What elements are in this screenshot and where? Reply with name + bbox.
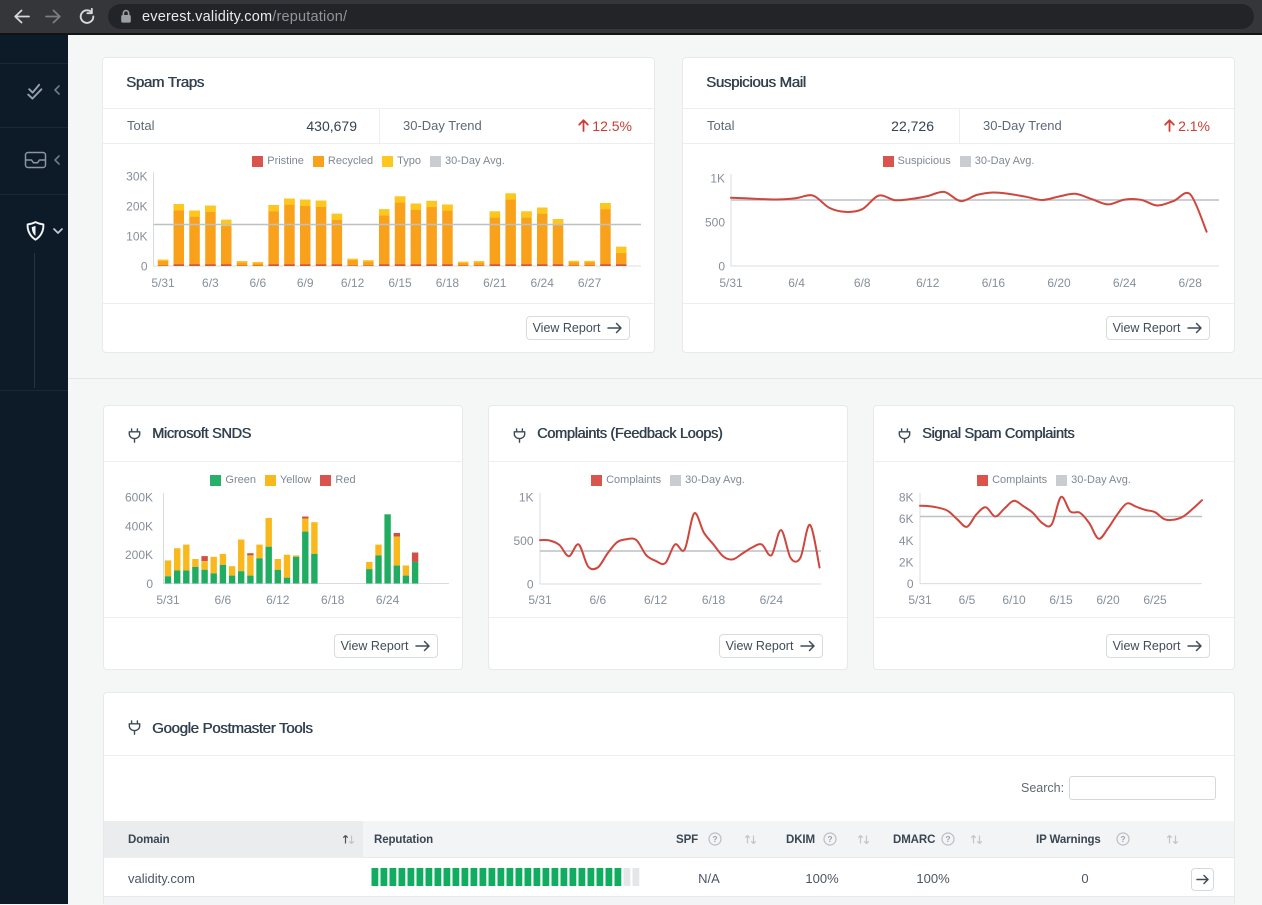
svg-text:2K: 2K: [899, 555, 914, 569]
svg-text:600K: 600K: [125, 491, 153, 505]
svg-text:5/31: 5/31: [908, 593, 932, 607]
svg-text:6/24: 6/24: [531, 276, 555, 290]
svg-text:6/20: 6/20: [1047, 276, 1071, 290]
svg-text:5/31: 5/31: [156, 593, 180, 607]
svg-text:?: ?: [945, 834, 950, 844]
svg-text:20K: 20K: [126, 200, 147, 214]
svg-text:?: ?: [1120, 834, 1125, 844]
svg-text:6/16: 6/16: [982, 276, 1006, 290]
svg-text:6/12: 6/12: [644, 593, 668, 607]
svg-text:4K: 4K: [899, 534, 914, 548]
svg-text:6/18: 6/18: [436, 276, 460, 290]
svg-text:6/15: 6/15: [388, 276, 412, 290]
svg-text:6/3: 6/3: [202, 276, 219, 290]
svg-text:6/5: 6/5: [959, 593, 976, 607]
svg-text:6/25: 6/25: [1143, 593, 1167, 607]
svg-text:5/31: 5/31: [719, 276, 743, 290]
svg-text:6/6: 6/6: [589, 593, 606, 607]
svg-text:6/24: 6/24: [376, 593, 400, 607]
svg-text:1K: 1K: [519, 491, 534, 505]
svg-text:6/18: 6/18: [321, 593, 345, 607]
svg-text:500: 500: [513, 534, 533, 548]
svg-text:6/9: 6/9: [297, 276, 314, 290]
svg-text:10K: 10K: [126, 230, 147, 244]
svg-text:6/10: 6/10: [1002, 593, 1026, 607]
svg-text:6/6: 6/6: [249, 276, 266, 290]
svg-text:6K: 6K: [899, 512, 914, 526]
svg-text:6/18: 6/18: [702, 593, 726, 607]
svg-text:0: 0: [527, 578, 534, 592]
svg-text:?: ?: [712, 834, 717, 844]
svg-text:0: 0: [907, 577, 914, 591]
svg-text:5/31: 5/31: [151, 276, 175, 290]
svg-text:?: ?: [827, 834, 832, 844]
svg-text:8K: 8K: [899, 491, 914, 505]
svg-text:6/12: 6/12: [341, 276, 365, 290]
svg-text:6/20: 6/20: [1096, 593, 1120, 607]
svg-text:0: 0: [718, 260, 725, 274]
svg-text:6/24: 6/24: [1113, 276, 1137, 290]
svg-text:6/12: 6/12: [916, 276, 940, 290]
svg-text:6/28: 6/28: [1179, 276, 1203, 290]
svg-text:6/27: 6/27: [578, 276, 602, 290]
svg-text:6/4: 6/4: [788, 276, 805, 290]
svg-text:5/31: 5/31: [528, 593, 552, 607]
svg-text:6/24: 6/24: [760, 593, 784, 607]
svg-text:6/15: 6/15: [1049, 593, 1073, 607]
svg-text:0: 0: [141, 260, 148, 274]
svg-text:400K: 400K: [125, 519, 153, 533]
svg-text:1K: 1K: [710, 172, 725, 186]
svg-text:6/21: 6/21: [483, 276, 507, 290]
svg-text:6/6: 6/6: [215, 593, 232, 607]
svg-text:6/12: 6/12: [266, 593, 290, 607]
svg-text:0: 0: [146, 577, 153, 591]
svg-text:30K: 30K: [126, 170, 147, 184]
svg-text:6/8: 6/8: [854, 276, 871, 290]
svg-text:200K: 200K: [125, 548, 153, 562]
svg-text:500: 500: [705, 216, 725, 230]
